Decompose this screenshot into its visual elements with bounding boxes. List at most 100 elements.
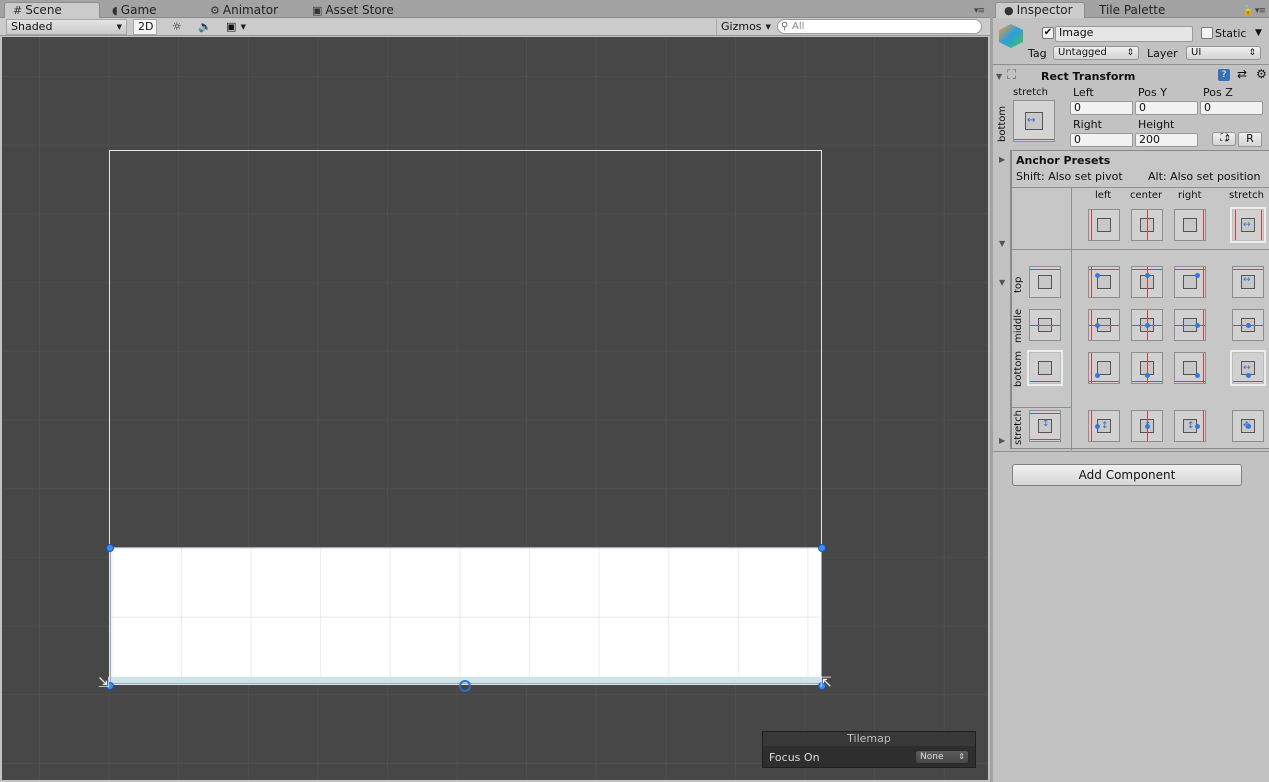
preset-cell-bottom[interactable] bbox=[1029, 352, 1061, 384]
animator-icon: ⚙ bbox=[210, 3, 220, 17]
chevron-down-icon: ▼ bbox=[765, 23, 771, 31]
foldout-closed-icon[interactable]: ▶ bbox=[999, 155, 1005, 164]
rect-transform-title: Rect Transform bbox=[1041, 70, 1136, 83]
scene-search-input[interactable]: ⚲ All bbox=[777, 19, 982, 34]
gizmos-dropdown[interactable]: Gizmos ▼ bbox=[716, 19, 771, 35]
preset-cell-middle[interactable] bbox=[1029, 309, 1061, 341]
scene-grid-icon: # bbox=[13, 4, 23, 17]
tab-asset-store-label: Asset Store bbox=[325, 2, 394, 17]
inspector-tab-bar: ● Inspector Tile Palette 🔒 ▾≡ bbox=[993, 0, 1269, 18]
anchor-right-icon[interactable]: ⇱ bbox=[820, 676, 832, 690]
preset-cell-stretch-v[interactable]: ↕ bbox=[1029, 410, 1061, 442]
tab-menu-icon[interactable]: ▾≡ bbox=[974, 6, 985, 16]
object-name-input[interactable]: Image bbox=[1055, 26, 1193, 42]
tab-inspector-label: Inspector bbox=[1016, 3, 1073, 17]
lighting-toggle-icon[interactable]: ☼ bbox=[168, 19, 186, 35]
preset-cell-top-left[interactable] bbox=[1088, 266, 1120, 298]
search-icon: ⚲ bbox=[781, 21, 789, 32]
shading-mode-dropdown[interactable]: Shaded ▼ bbox=[6, 19, 127, 35]
scene-viewport[interactable]: ⇲ ⇱ bbox=[2, 37, 988, 780]
pivot-handle[interactable] bbox=[459, 680, 471, 692]
right-input[interactable]: 0 bbox=[1070, 133, 1133, 147]
preset-cell-left[interactable] bbox=[1088, 209, 1120, 241]
tab-scene[interactable]: # Scene bbox=[4, 2, 100, 18]
tab-scene-label: Scene bbox=[25, 3, 62, 17]
preset-cell-top-center[interactable] bbox=[1131, 266, 1163, 298]
foldout-arrow-icon[interactable]: ▼ bbox=[996, 72, 1002, 81]
static-checkbox[interactable] bbox=[1201, 27, 1213, 39]
add-component-button[interactable]: Add Component bbox=[1012, 464, 1242, 486]
lock-menu-icon[interactable]: 🔒 ▾≡ bbox=[1243, 6, 1266, 16]
foldout-closed-icon[interactable]: ▶ bbox=[999, 436, 1005, 445]
preset-cell-right[interactable] bbox=[1174, 209, 1206, 241]
preset-cell-top-stretch[interactable]: ↔ bbox=[1232, 266, 1264, 298]
height-input[interactable]: 200 bbox=[1135, 133, 1198, 147]
preset-cell-bottom-left[interactable] bbox=[1088, 352, 1120, 384]
tab-animator[interactable]: ⚙ Animator bbox=[202, 2, 286, 18]
gear-icon[interactable]: ⚙ bbox=[1256, 68, 1267, 81]
inspector-window: ● Inspector Tile Palette 🔒 ▾≡ ✔ Image St… bbox=[990, 0, 1269, 782]
rect-handle-top-left[interactable] bbox=[106, 544, 114, 552]
row-label-middle: middle bbox=[1013, 308, 1024, 343]
preset-cell-bottom-stretch[interactable]: ↔ bbox=[1232, 352, 1264, 384]
preset-cell-bottom-right[interactable] bbox=[1174, 352, 1206, 384]
layer-dropdown[interactable]: UI bbox=[1186, 46, 1261, 60]
foldout-open-icon[interactable]: ▼ bbox=[999, 239, 1005, 248]
preset-cell-middle-left[interactable] bbox=[1088, 309, 1120, 341]
posy-input[interactable]: 0 bbox=[1135, 101, 1198, 115]
left-input[interactable]: 0 bbox=[1070, 101, 1133, 115]
active-checkbox[interactable]: ✔ bbox=[1042, 27, 1054, 39]
preset-cell-middle-stretch[interactable] bbox=[1232, 309, 1264, 341]
audio-toggle-icon[interactable]: 🔈 bbox=[194, 19, 214, 35]
focus-on-dropdown[interactable]: None bbox=[915, 750, 969, 764]
tilemap-title: Tilemap bbox=[763, 732, 975, 746]
tab-asset-store[interactable]: ▣ Asset Store bbox=[304, 2, 402, 18]
toggle-2d-button[interactable]: 2D bbox=[133, 19, 157, 35]
tilemap-overlay: Tilemap Focus On None bbox=[762, 731, 976, 768]
focus-on-label: Focus On bbox=[769, 750, 820, 764]
tab-game[interactable]: ◖ Game bbox=[104, 2, 165, 18]
preset-cell-top[interactable] bbox=[1029, 266, 1061, 298]
preset-cell-top-right[interactable] bbox=[1174, 266, 1206, 298]
tag-dropdown[interactable]: Untagged bbox=[1053, 46, 1139, 60]
layer-label: Layer bbox=[1147, 47, 1178, 60]
col-label-center: center bbox=[1130, 190, 1163, 201]
shading-mode-label: Shaded bbox=[11, 20, 53, 33]
help-icon[interactable]: ? bbox=[1218, 69, 1230, 81]
preset-cell-middle-center[interactable] bbox=[1131, 309, 1163, 341]
static-label: Static bbox=[1215, 27, 1247, 40]
scene-tab-bar: # Scene ◖ Game ⚙ Animator ▣ Asset Store … bbox=[0, 0, 990, 18]
tab-tile-palette[interactable]: Tile Palette bbox=[1091, 2, 1173, 18]
preset-cell-stretch-stretch[interactable]: ✥ bbox=[1232, 410, 1264, 442]
col-label-left: left bbox=[1095, 190, 1112, 201]
foldout-open-icon[interactable]: ▼ bbox=[999, 278, 1005, 287]
effects-dropdown-icon[interactable]: ▣ ▼ bbox=[222, 19, 250, 35]
anchor-presets-title: Anchor Presets bbox=[1016, 154, 1111, 167]
preset-cell-stretch-right[interactable]: ↕ bbox=[1174, 410, 1206, 442]
preset-icon[interactable]: ⇄ bbox=[1237, 68, 1247, 81]
blueprint-mode-button[interactable]: ⛶ bbox=[1212, 132, 1236, 146]
posz-input[interactable]: 0 bbox=[1200, 101, 1263, 115]
anchor-preset-button[interactable]: ↔ bbox=[1013, 100, 1055, 142]
search-placeholder: All bbox=[792, 21, 805, 32]
preset-cell-stretch-h[interactable]: ↔ bbox=[1232, 209, 1264, 241]
gameobject-cube-icon bbox=[999, 24, 1023, 48]
rect-transform-icon: ⛶ bbox=[1007, 68, 1017, 83]
preset-cell-bottom-center[interactable] bbox=[1131, 352, 1163, 384]
preset-cell-center[interactable] bbox=[1131, 209, 1163, 241]
tag-label: Tag bbox=[1028, 47, 1047, 60]
image-rect[interactable] bbox=[110, 547, 822, 684]
info-icon: ● bbox=[1004, 4, 1014, 17]
rect-handle-top-right[interactable] bbox=[818, 544, 826, 552]
raw-edit-button[interactable]: R bbox=[1238, 132, 1262, 147]
tab-inspector[interactable]: ● Inspector bbox=[995, 2, 1085, 18]
preset-cell-stretch-center[interactable]: ↕ bbox=[1131, 410, 1163, 442]
anchor-left-icon[interactable]: ⇲ bbox=[98, 676, 110, 690]
tab-game-label: Game bbox=[120, 2, 157, 17]
preset-cell-middle-right[interactable] bbox=[1174, 309, 1206, 341]
static-dropdown-icon[interactable]: ▼ bbox=[1255, 27, 1262, 40]
col-label-right: right bbox=[1178, 190, 1202, 201]
preset-cell-stretch-left[interactable]: ↕ bbox=[1088, 410, 1120, 442]
height-label: Height bbox=[1138, 118, 1175, 131]
alt-hint: Alt: Also set position bbox=[1148, 170, 1261, 183]
